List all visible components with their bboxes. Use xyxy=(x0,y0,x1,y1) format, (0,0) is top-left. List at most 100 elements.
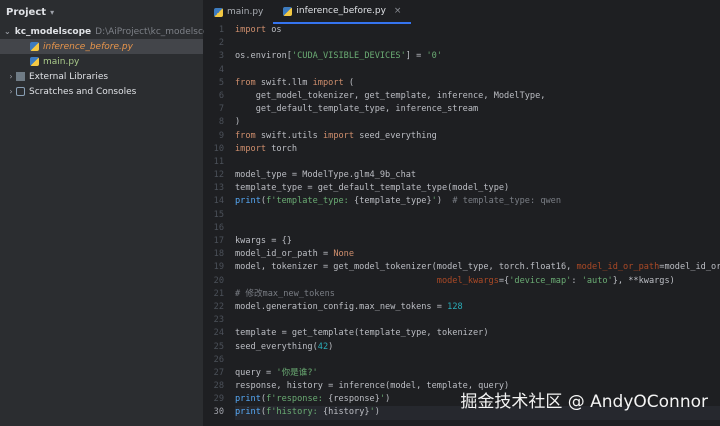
code-line[interactable]: model_kwargs={'device_map': 'auto'}, **k… xyxy=(235,275,720,288)
line-number: 16 xyxy=(213,222,224,233)
code-line[interactable]: print(f'template_type: {template_type}')… xyxy=(235,195,720,208)
close-icon[interactable]: × xyxy=(394,6,402,16)
code-token: model_id_or_path xyxy=(576,262,660,273)
code-token: 'auto' xyxy=(581,275,613,286)
code-token: ) xyxy=(235,117,241,128)
code-token: seed_everything( xyxy=(235,341,318,352)
code-line[interactable]: ) xyxy=(235,116,720,129)
line-number: 29 xyxy=(213,394,224,405)
line-number: 15 xyxy=(213,209,224,220)
tree-item-external-libraries[interactable]: › External Libraries xyxy=(0,69,203,84)
tab-label: inference_before.py xyxy=(296,6,386,16)
code-line[interactable]: os.environ['CUDA_VISIBLE_DEVICES'] = '0' xyxy=(235,50,720,63)
code-line[interactable] xyxy=(235,209,720,222)
python-file-icon xyxy=(30,57,39,66)
tree-item-label: main.py xyxy=(43,56,80,67)
tree-item-main[interactable]: main.py xyxy=(0,54,203,69)
line-number: 30 xyxy=(213,407,224,418)
code-token: # template_type: qwen xyxy=(452,196,562,207)
code-line[interactable]: model_type = ModelType.glm4_9b_chat xyxy=(235,169,720,182)
code-token: torch xyxy=(266,143,298,154)
line-number: 17 xyxy=(213,236,224,246)
code-token: ={ xyxy=(498,275,510,286)
editor-tabs: main.py inference_before.py × xyxy=(204,0,720,25)
line-number: 10 xyxy=(213,143,224,154)
line-number: 8 xyxy=(218,117,224,128)
root-folder-name: kc_modelscope xyxy=(14,26,92,37)
code-token: ] = xyxy=(405,51,427,62)
chevron-right-icon[interactable]: › xyxy=(6,72,16,81)
project-panel-header[interactable]: Project ▾ xyxy=(0,0,203,24)
code-token: get_model_tokenizer, get_template, infer… xyxy=(235,90,546,101)
tree-item-label: Scratches and Consoles xyxy=(29,86,137,97)
tab-label: main.py xyxy=(227,7,264,17)
code-token: ) xyxy=(328,341,334,352)
code-token: seed_everything xyxy=(354,130,437,141)
code-line[interactable]: model_id_or_path = None xyxy=(235,248,720,261)
code-token: import xyxy=(235,25,267,35)
code-line[interactable]: seed_everything(42) xyxy=(235,341,720,354)
code-token: =model_id_or_path, xyxy=(659,262,720,273)
tree-item-label: External Libraries xyxy=(29,71,109,82)
code-line[interactable] xyxy=(235,222,720,235)
watermark: 掘金技术社区 @ AndyOConnor xyxy=(460,392,708,412)
line-number: 9 xyxy=(218,130,224,141)
code-line[interactable] xyxy=(235,156,720,169)
code-line[interactable]: from swift.llm import ( xyxy=(235,77,720,90)
code-token: template_type = get_default_template_typ… xyxy=(235,183,510,194)
tree-item-label: inference_before.py xyxy=(43,41,133,52)
code-line[interactable]: template_type = get_default_template_typ… xyxy=(235,182,720,195)
tree-item-scratches[interactable]: › Scratches and Consoles xyxy=(0,84,203,99)
line-number: 12 xyxy=(213,170,224,181)
code-line[interactable]: template = get_template(template_type, t… xyxy=(235,327,720,340)
code-token: f'response: xyxy=(266,394,329,405)
python-file-icon xyxy=(283,6,293,16)
code-line[interactable] xyxy=(235,314,720,327)
line-number: 21 xyxy=(213,288,224,299)
code-line[interactable]: import os xyxy=(235,24,720,37)
tab-inference-before-py[interactable]: inference_before.py × xyxy=(273,0,412,24)
tree-root-folder[interactable]: ⌄ kc_modelscope D:\AiProject\kc_modelsco… xyxy=(0,24,220,39)
code-line[interactable]: # 修改max_new_tokens xyxy=(235,288,720,301)
code-token: f'template_type: xyxy=(266,196,355,207)
code-token: import xyxy=(312,77,344,88)
code-line[interactable]: from swift.utils import seed_everything xyxy=(235,130,720,143)
code-token: 'CUDA_VISIBLE_DEVICES' xyxy=(291,51,406,62)
code-line[interactable] xyxy=(235,354,720,367)
chevron-right-icon[interactable]: › xyxy=(6,87,16,96)
line-number: 2 xyxy=(218,38,224,49)
code-token: ) xyxy=(374,407,380,418)
code-token: {response} xyxy=(328,394,380,405)
code-line[interactable]: query = '你是谁?' xyxy=(235,367,720,380)
code-area[interactable]: import os os.environ['CUDA_VISIBLE_DEVICE… xyxy=(235,24,720,420)
code-token: os xyxy=(266,25,282,35)
code-token: 42 xyxy=(317,341,329,352)
code-line[interactable] xyxy=(235,37,720,50)
code-token: model.generation_config.max_new_tokens = xyxy=(235,301,448,312)
code-token: '0' xyxy=(426,51,442,62)
code-editor[interactable]: 1 2 3 4 5 6 7 8 9 10 11 12 13 14 15 16 17 18 19 20 21 22 23 24 2… xyxy=(204,24,720,426)
chevron-down-icon[interactable]: ⌄ xyxy=(4,27,11,36)
code-line[interactable] xyxy=(235,64,720,77)
code-token: {history} xyxy=(322,407,370,418)
code-token: template = get_template(template_type, t… xyxy=(235,328,489,339)
code-token: {template_type} xyxy=(354,196,432,207)
tree-item-inference-before[interactable]: inference_before.py xyxy=(0,39,203,54)
code-line[interactable]: model.generation_config.max_new_tokens =… xyxy=(235,301,720,314)
code-token: model_type = ModelType.glm4_9b_chat xyxy=(235,170,417,181)
code-token: import xyxy=(235,143,267,154)
code-token: ) xyxy=(385,394,391,405)
code-line[interactable]: get_model_tokenizer, get_template, infer… xyxy=(235,90,720,103)
code-line[interactable]: kwargs = {} xyxy=(235,235,720,248)
project-sidebar: Project ▾ ⌄ kc_modelscope D:\AiProject\k… xyxy=(0,0,220,426)
tab-main-py[interactable]: main.py xyxy=(204,0,273,24)
code-line[interactable]: get_default_template_type, inference_str… xyxy=(235,103,720,116)
line-number: 4 xyxy=(218,64,224,75)
code-token: from xyxy=(235,77,256,88)
code-token: from xyxy=(235,130,256,141)
chevron-down-icon[interactable]: ▾ xyxy=(50,8,54,17)
code-line[interactable]: model, tokenizer = get_model_tokenizer(m… xyxy=(235,261,720,274)
line-number: 22 xyxy=(213,301,224,312)
code-token: print xyxy=(235,196,261,207)
code-line[interactable]: import torch xyxy=(235,143,720,156)
